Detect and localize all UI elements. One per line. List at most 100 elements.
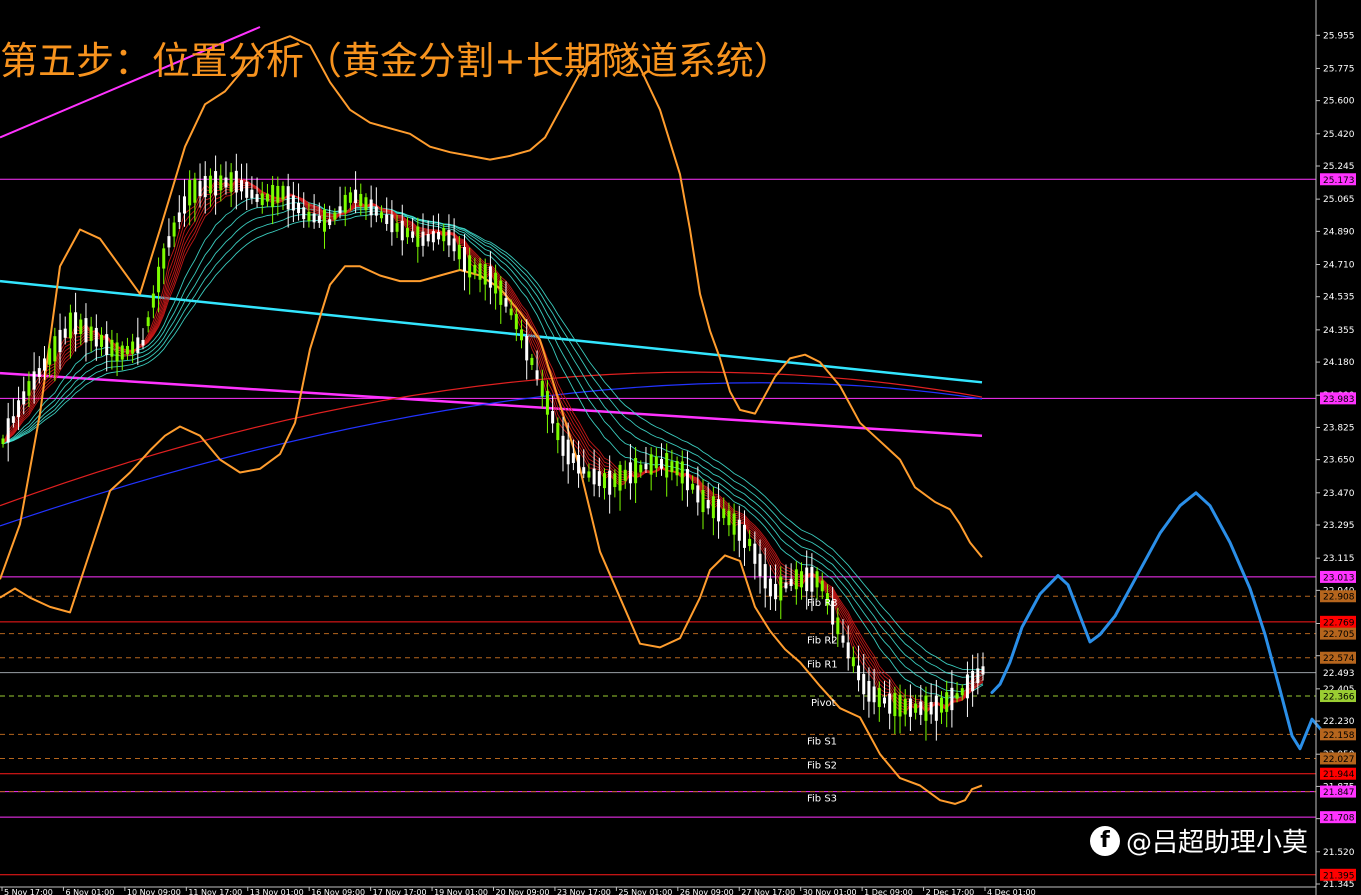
candle-body <box>924 695 928 721</box>
price-tag: 22.366 <box>1320 690 1356 703</box>
candle-body <box>789 578 793 586</box>
candle-body <box>520 329 524 341</box>
candle-body <box>151 293 155 308</box>
candle-body <box>908 698 912 717</box>
candle-body <box>234 170 238 193</box>
candle-body <box>654 456 658 469</box>
candle-body <box>499 280 503 305</box>
time-tick-label: 4 Dec 01:00 <box>987 888 1036 895</box>
price-tag: 21.708 <box>1320 811 1356 824</box>
candle-body <box>960 688 964 696</box>
candle-body <box>810 566 814 592</box>
candle-body <box>369 199 373 216</box>
candle-body <box>17 400 21 418</box>
price-tag: 22.027 <box>1320 752 1356 765</box>
watermark: f @吕超助理小莫 <box>1090 822 1308 859</box>
price-tick-label: 24.180 <box>1323 358 1355 368</box>
candle-body <box>240 180 244 192</box>
candle-body <box>940 697 944 713</box>
candle-body <box>742 524 746 548</box>
candle-body <box>592 468 596 485</box>
candle-body <box>768 578 772 597</box>
price-tick-label: 24.355 <box>1323 326 1355 336</box>
candle-body <box>364 197 368 211</box>
candle-body <box>784 582 788 589</box>
candle-body <box>260 193 264 206</box>
candle-body <box>462 247 466 272</box>
candle-body <box>965 674 969 699</box>
candle-body <box>188 179 192 206</box>
candle-body <box>359 193 363 207</box>
candle-body <box>307 211 311 221</box>
time-tick-label: 10 Nov 09:00 <box>127 888 181 895</box>
candle-body <box>758 553 762 577</box>
candle-body <box>468 255 472 278</box>
time-tick-label: 23 Nov 17:00 <box>557 888 611 895</box>
candle-body <box>981 666 985 675</box>
candle-body <box>618 464 622 491</box>
candle-body <box>722 508 726 519</box>
candle-body <box>483 264 487 285</box>
candle-body <box>670 461 674 473</box>
candle-body <box>857 665 861 681</box>
candle-body <box>338 206 342 214</box>
candle-body <box>297 202 301 214</box>
candle-body <box>955 693 959 699</box>
candle-body <box>577 454 581 474</box>
price-tag: 21.847 <box>1320 785 1356 798</box>
candle-body <box>748 538 752 547</box>
candle-body <box>851 657 855 667</box>
candle-body <box>193 178 197 203</box>
candle-body <box>841 635 845 643</box>
chart-title: 第五步：位置分析（黄金分割+长期隧道系统） <box>0 39 792 83</box>
candle-body <box>68 312 72 339</box>
price-tag-label: 22.493 <box>1323 669 1355 679</box>
candle-body <box>608 470 612 495</box>
candle-body <box>877 687 881 708</box>
candle-body <box>84 318 88 343</box>
price-tag: 21.395 <box>1320 868 1356 881</box>
candle-body <box>110 339 114 357</box>
candle-body <box>271 184 275 207</box>
candle-body <box>229 172 233 192</box>
candle-body <box>504 298 508 307</box>
candle-body <box>322 209 326 232</box>
candle-body <box>131 341 135 354</box>
fib-label: Fib R1 <box>807 660 838 671</box>
candle-body <box>473 264 477 274</box>
candle-body <box>711 496 715 519</box>
candle-body <box>509 308 513 316</box>
time-tick-label: 13 Nov 01:00 <box>250 888 304 895</box>
candle-body <box>488 266 492 288</box>
time-axis[interactable]: 5 Nov 17:00 6 Nov 01:00 10 Nov 09:00 11 Nov… <box>1 887 1036 895</box>
time-tick-label: 30 Nov 01:00 <box>803 888 857 895</box>
candle-body <box>374 206 378 216</box>
candle-body <box>971 671 975 692</box>
candle-body <box>774 583 778 600</box>
time-tick-label: 17 Nov 17:00 <box>373 888 427 895</box>
time-tick-label: 27 Nov 17:00 <box>741 888 795 895</box>
candle-body <box>820 580 824 592</box>
price-chart[interactable]: Fib R3 Fib R2 Fib R1 Pivot Fib S1 Fib S2 Fib S… <box>0 0 1361 895</box>
candle-body <box>929 701 933 715</box>
candle-body <box>872 686 876 703</box>
candle-body <box>286 186 290 210</box>
candle-body <box>587 471 591 478</box>
candle-body <box>120 345 124 360</box>
fib-label: Fib R3 <box>807 598 838 609</box>
candle-body <box>639 464 643 473</box>
candle-body <box>535 370 539 380</box>
candle-body <box>182 196 186 214</box>
price-tag-label: 23.983 <box>1323 395 1355 405</box>
candle-body <box>571 453 575 463</box>
candle-body <box>452 238 456 252</box>
candle-body <box>675 460 679 476</box>
price-tick-label: 22.230 <box>1323 717 1355 727</box>
candle-body <box>691 483 695 490</box>
candle-body <box>945 692 949 712</box>
candle-body <box>950 687 954 711</box>
time-tick-label: 1 Dec 09:00 <box>864 888 913 895</box>
candle-body <box>898 694 902 717</box>
candle-body <box>478 263 482 280</box>
candle-body <box>815 571 819 588</box>
